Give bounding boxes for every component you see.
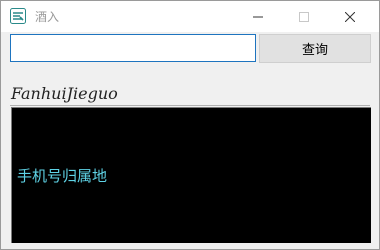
- output-text: 手机号归属地: [17, 167, 108, 185]
- query-button-label: 查询: [301, 43, 328, 58]
- phone-number-input[interactable]: [10, 34, 256, 62]
- result-label: FanhuiJieguo: [11, 84, 118, 103]
- close-icon: [345, 11, 355, 22]
- title-bar[interactable]: 酒入: [1, 1, 379, 32]
- maximize-button[interactable]: [281, 1, 327, 32]
- minimize-button[interactable]: [235, 1, 281, 32]
- window-title: 酒入: [35, 10, 60, 24]
- divider: [10, 105, 370, 106]
- maximize-icon: [299, 11, 309, 22]
- app-icon: [10, 8, 26, 24]
- app-window: 酒入 查询 FanhuiJieguo 手机号归属地: [0, 0, 380, 250]
- output-textarea[interactable]: 手机号归属地: [11, 107, 371, 243]
- query-button[interactable]: 查询: [259, 34, 371, 63]
- minimize-icon: [253, 16, 263, 17]
- close-button[interactable]: [327, 1, 373, 32]
